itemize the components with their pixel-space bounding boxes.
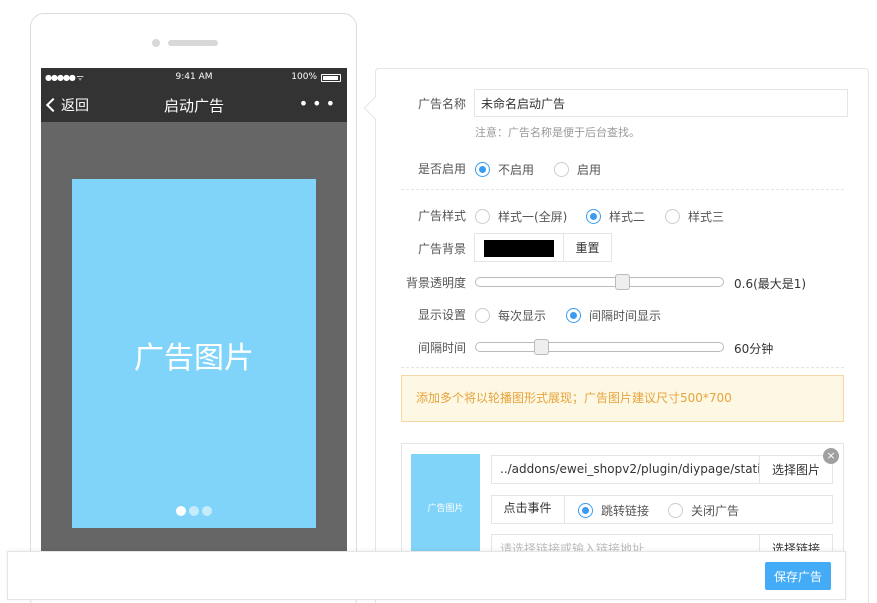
radio-label: 样式三 <box>688 210 725 224</box>
radio-style-3[interactable]: 样式三 <box>665 208 724 225</box>
phone-preview: ●●●●● ᯤ 9:41 AM 100% 返回 启动广告 ••• 广告图片 <box>30 13 357 603</box>
radio-disabled[interactable]: 不启用 <box>475 161 534 178</box>
phone-navbar: 返回 启动广告 ••• <box>41 86 347 122</box>
radio-label: 不启用 <box>498 163 535 177</box>
opacity-value: 0.6(最大是1) <box>734 277 807 291</box>
color-picker[interactable] <box>474 233 564 262</box>
section-divider <box>401 189 844 190</box>
phone-screen: ●●●●● ᯤ 9:41 AM 100% 返回 启动广告 ••• 广告图片 <box>41 68 347 558</box>
camera-dot <box>152 39 160 47</box>
radio-every-time[interactable]: 每次显示 <box>475 307 546 324</box>
radio-label: 样式一(全屏) <box>498 210 568 224</box>
ad-item-thumbnail: 广告图片 <box>411 454 480 564</box>
carousel-dot[interactable] <box>189 506 199 516</box>
radio-enabled[interactable]: 启用 <box>554 161 601 178</box>
radio-icon <box>668 503 683 518</box>
click-event-label: 点击事件 <box>491 495 565 524</box>
interval-value: 60分钟 <box>734 342 774 356</box>
radio-icon <box>475 162 490 177</box>
ad-name-label: 广告名称 <box>417 97 466 111</box>
status-bar: ●●●●● ᯤ 9:41 AM 100% <box>41 68 347 86</box>
style-label: 广告样式 <box>417 209 466 223</box>
radio-jump-link[interactable]: 跳转链接 <box>578 502 649 519</box>
radio-icon <box>475 209 490 224</box>
carousel-dots <box>72 506 316 516</box>
more-icon[interactable]: ••• <box>299 94 339 113</box>
image-url-field[interactable]: ../addons/ewei_shopv2/plugin/diypage/sta… <box>491 455 760 484</box>
radio-icon <box>665 209 680 224</box>
ad-name-input[interactable] <box>474 89 848 117</box>
radio-icon <box>586 209 601 224</box>
display-label: 显示设置 <box>417 308 466 322</box>
interval-label: 间隔时间 <box>417 341 466 355</box>
opacity-slider-handle[interactable] <box>615 274 630 290</box>
radio-style-1[interactable]: 样式一(全屏) <box>475 208 567 225</box>
footer-bar <box>7 551 846 600</box>
ad-image-text: 广告图片 <box>134 341 254 376</box>
speaker-slot <box>168 40 218 46</box>
radio-label: 跳转链接 <box>601 504 650 518</box>
battery-percent: 100% <box>291 72 317 82</box>
close-icon[interactable]: × <box>823 448 839 464</box>
radio-icon <box>475 308 490 323</box>
section-divider <box>401 367 844 368</box>
carousel-dot[interactable] <box>176 506 186 516</box>
ad-name-hint: 注意：广告名称是便于后台查找。 <box>475 126 640 139</box>
color-swatch <box>484 240 554 257</box>
notice-banner: 添加多个将以轮播图形式展现；广告图片建议尺寸500*700 <box>401 375 844 422</box>
radio-label: 启用 <box>577 163 602 177</box>
radio-icon <box>554 162 569 177</box>
radio-label: 每次显示 <box>498 309 547 323</box>
enabled-label: 是否启用 <box>417 162 466 176</box>
carousel-dot[interactable] <box>202 506 212 516</box>
radio-interval[interactable]: 间隔时间显示 <box>566 307 661 324</box>
reset-color-button[interactable]: 重置 <box>563 233 612 262</box>
battery-icon <box>321 74 341 82</box>
ad-image-preview: 广告图片 <box>72 179 316 528</box>
radio-close-ad[interactable]: 关闭广告 <box>668 502 739 519</box>
radio-icon <box>578 503 593 518</box>
radio-label: 样式二 <box>609 210 646 224</box>
radio-style-2[interactable]: 样式二 <box>586 208 645 225</box>
save-ad-button[interactable]: 保存广告 <box>765 562 831 590</box>
choose-image-button[interactable]: 选择图片 <box>759 455 833 484</box>
background-label: 广告背景 <box>417 242 466 256</box>
opacity-label: 背景透明度 <box>405 276 466 290</box>
opacity-slider[interactable] <box>475 274 724 290</box>
interval-slider[interactable] <box>475 339 724 355</box>
radio-label: 间隔时间显示 <box>589 309 662 323</box>
interval-slider-handle[interactable] <box>534 339 549 355</box>
radio-icon <box>566 308 581 323</box>
radio-label: 关闭广告 <box>691 504 740 518</box>
